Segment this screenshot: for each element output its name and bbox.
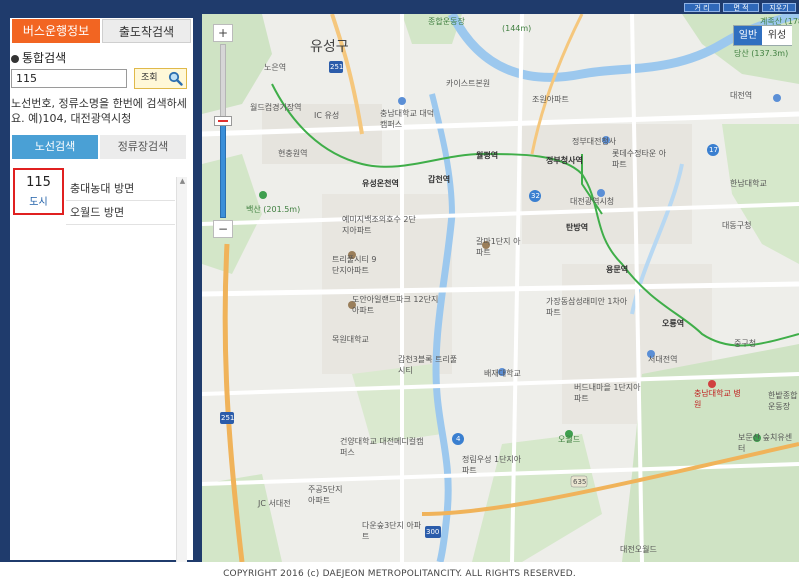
footer: COPYRIGHT 2016 (c) DAEJEON METROPOLITANC… [0,562,799,585]
search-button[interactable]: 조회 [134,68,187,89]
map-type-normal-button[interactable]: 일반 [734,26,762,45]
tab-arrival-search[interactable]: 출도착검색 [102,19,191,43]
zoom-in-button[interactable]: + [213,24,233,42]
search-title-text: 통합검색 [22,51,67,65]
map-label: 버드내마을 1단지아파트 [574,383,641,403]
map-label: 가장동삼성래미안 1차아파트 [546,297,628,317]
clear-button[interactable]: 지우기 [762,3,796,12]
tab-bus-info[interactable]: 버스운행정보 [12,19,100,43]
map-label: 보문산 숲치유센터 [738,433,793,453]
scroll-up-icon[interactable]: ▲ [178,177,187,186]
map-label: 탄방역 [566,223,589,232]
left-panel: 버스운행정보 출도착검색 통합검색 조회 노선번호, 정류소명을 한번에 검색하… [0,14,202,574]
search-button-label: 조회 [141,73,158,83]
map-label: 정림우성 1단지아파트 [462,455,522,475]
map-view[interactable]: 유성구 노은역 월드컵경기장역 충남대학교 대덕캠퍼스 카이스트본원 현충원역 … [202,14,799,562]
result-box: 노선검색 정류장검색 115 도시 충대농대 방면 오월드 방면 ▲ ▼ [10,131,193,574]
road-shield: 251 [221,414,235,422]
map-label: 오룡역 [662,319,685,328]
map-label: 노은역 [264,63,287,72]
zoom-out-button[interactable]: − [213,220,233,238]
road-shield: 251 [330,63,344,71]
map-label: 카이스트본원 [446,79,491,88]
direction-item[interactable]: 오월드 방면 [66,201,175,225]
area-measure-button[interactable]: 면 적 [723,3,759,12]
map-label: JC 서대전 [258,499,291,508]
road-shield: 4 [456,435,461,443]
map-label: 갈마1단지 아파트 [476,237,521,257]
map-label: 현충원역 [278,149,308,158]
distance-measure-button[interactable]: 거 리 [684,3,720,12]
search-input[interactable] [11,69,127,88]
result-scrollbar[interactable]: ▲ ▼ [176,177,187,574]
map-label: 중구청 [734,339,757,348]
tab-stop-search[interactable]: 정류장검색 [100,135,186,159]
map-label: 한밭종합운동장 [768,391,798,411]
road-shield: 635 [573,478,587,486]
zoom-control: + − [213,24,233,246]
map-label: 유성온천역 [362,179,399,188]
copyright-text: COPYRIGHT 2016 (c) DAEJEON METROPOLITANC… [223,569,576,579]
map-label: 충남대학교 대덕캠퍼스 [380,109,435,129]
search-icon [168,71,183,86]
search-title: 통합검색 [11,49,66,66]
road-shield: 300 [426,528,440,536]
zoom-slider-handle[interactable] [214,116,232,126]
map-label: 대전광역시청 [570,197,615,206]
map-label: 트리풀시티 9단지아파트 [332,255,377,275]
map-label: 당산 (137.3m) [734,49,789,58]
map-label: 롯데수정타운 아파트 [612,149,667,169]
map-label: 충남대학교 병원 [694,389,741,409]
map-label: 도안아일랜드파크 12단지아파트 [352,295,439,315]
map-type-satellite-button[interactable]: 위성 [762,26,792,45]
direction-item[interactable]: 충대농대 방면 [66,177,175,201]
map-label: 대동구청 [722,221,752,230]
map-label: 주공5단지 아파트 [308,485,343,505]
route-result-card[interactable]: 115 도시 [13,168,64,215]
map-label: 월드컵경기장역 [250,103,302,112]
search-help-text: 노선번호, 정류소명을 한번에 검색하세요. 예)104, 대전광역시청 [11,97,187,125]
map-label: 조원아파트 [532,95,569,104]
map-label: 서대전역 [648,355,678,364]
map-label: 정부청사역 [546,156,583,165]
map-type-switch: 일반 위성 [733,25,792,46]
map-label: 갑천3블록 트리풀시티 [398,355,458,375]
search-box: 버스운행정보 출도착검색 통합검색 조회 노선번호, 정류소명을 한번에 검색하… [10,18,193,134]
map-label: 용문역 [606,265,629,274]
tab-route-search[interactable]: 노선검색 [12,135,98,159]
map-label: 백산 (201.5m) [246,205,301,214]
top-toolbar: 거 리 면 적 지우기 [0,0,799,14]
map-label: 월평역 [476,151,499,160]
route-number: 115 [26,175,51,190]
map-label: IC 유성 [314,111,340,120]
bullet-icon [11,54,19,63]
map-label: 예미지백조의호수 2단지아파트 [342,215,416,235]
map-label: 정부대전청사 [572,137,617,146]
map-label: 갑천역 [428,175,451,184]
map-label: 대전역 [730,91,753,100]
road-shield: 17 [709,146,718,154]
map-label: 종합운동장 [428,17,465,26]
bus-info-app: 거 리 면 적 지우기 버스운행정보 출도착검색 통합검색 조회 노선번호, 정… [0,0,799,585]
map-label: 건양대학교 대전메디컬캠퍼스 [340,437,424,457]
map-label: 한남대학교 [730,179,767,188]
route-type: 도시 [29,197,48,208]
map-label: 오월드 [558,435,581,444]
map-label: 유성구 [310,39,349,55]
map-label: 배재대학교 [484,369,521,378]
road-shield: 32 [531,192,540,200]
zoom-slider-fill [220,122,226,218]
map-label: 다운숲3단지 아파트 [362,521,422,541]
map-label: 대전오월드 [620,545,657,554]
map-canvas [202,14,799,562]
map-label: 목원대학교 [332,335,369,344]
map-label: (144m) [502,24,532,33]
